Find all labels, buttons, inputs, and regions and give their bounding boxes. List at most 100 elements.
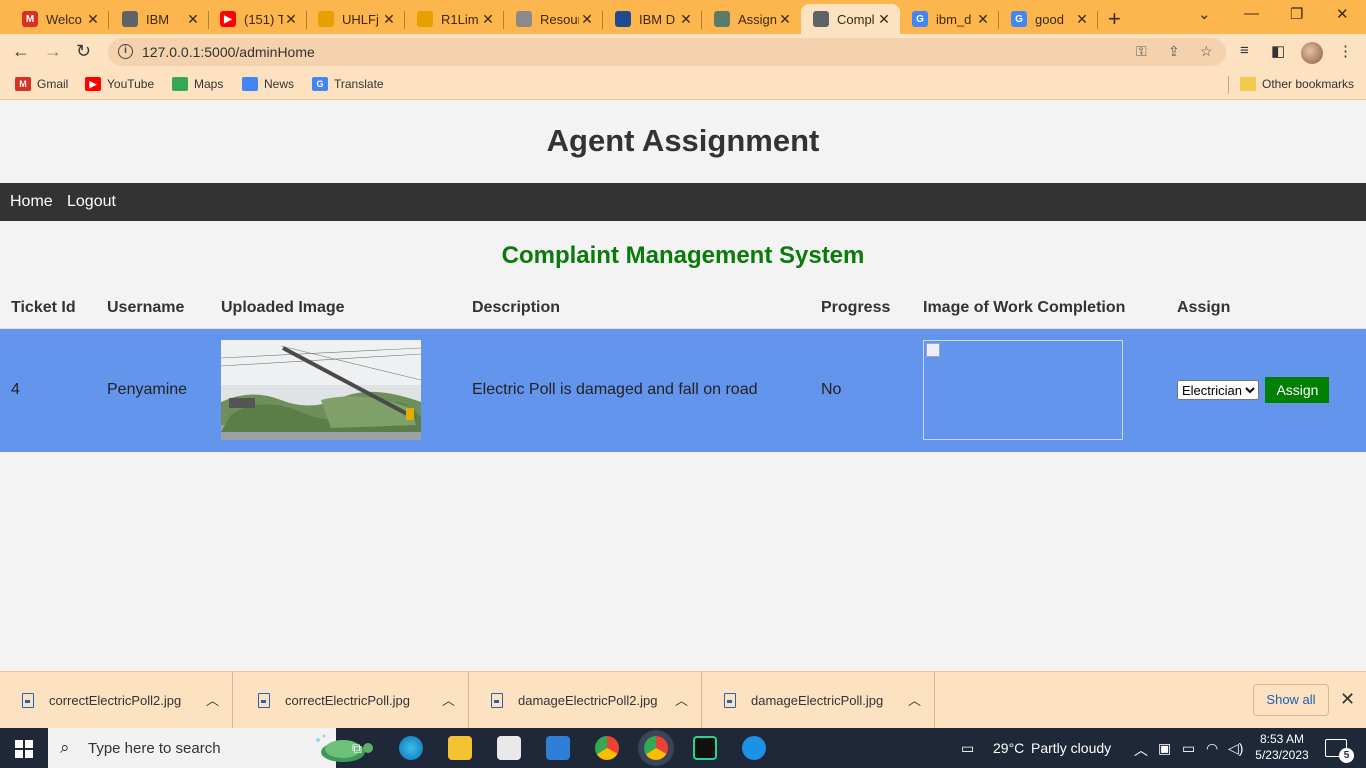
back-icon[interactable]: ←: [12, 41, 30, 62]
url-text[interactable]: 127.0.0.1:5000/adminHome: [142, 44, 315, 60]
meet-icon[interactable]: ▣: [1158, 740, 1171, 757]
tab-title: ibm_d: [936, 11, 972, 27]
browser-tab[interactable]: IBM D ✕: [603, 4, 702, 34]
cell-completion-image: [912, 328, 1166, 452]
profile-avatar[interactable]: [1301, 42, 1323, 64]
tab-title: good: [1035, 11, 1064, 27]
volume-icon[interactable]: ◁): [1228, 740, 1243, 757]
drive-icon: [417, 11, 433, 27]
bookmark-star-icon[interactable]: ☆: [1200, 43, 1213, 60]
bookmarks-divider: [1228, 76, 1229, 94]
assign-button[interactable]: Assign: [1265, 377, 1330, 404]
browser-tab[interactable]: Gibm_d ✕: [900, 4, 999, 34]
agent-type-select[interactable]: Electrician: [1177, 380, 1259, 401]
chevron-up-icon[interactable]: ︿: [442, 690, 455, 709]
close-window-button[interactable]: ✕: [1336, 5, 1349, 23]
browser-tab[interactable]: UHLFj ✕: [306, 4, 405, 34]
download-item[interactable]: correctElectricPoll2.jpg ︿: [0, 672, 233, 729]
cloud-icon: [516, 11, 532, 27]
share-icon[interactable]: ⇪: [1168, 43, 1180, 60]
taskbar-search-box[interactable]: ⌕ Type here to search: [48, 728, 373, 768]
new-tab-button[interactable]: +: [1108, 6, 1121, 32]
google-icon: G: [912, 11, 928, 27]
bookmark-item[interactable]: Maps: [172, 77, 223, 91]
restore-button[interactable]: ❐: [1290, 5, 1303, 23]
bookmark-item[interactable]: News: [242, 77, 294, 91]
address-bar[interactable]: i 127.0.0.1:5000/adminHome ⚿ ⇪ ☆: [108, 38, 1226, 66]
windows-start-icon[interactable]: [15, 740, 33, 758]
media-queue-icon[interactable]: ≡: [1240, 42, 1249, 59]
close-tab-icon[interactable]: ✕: [283, 11, 299, 28]
close-tab-icon[interactable]: ✕: [381, 11, 397, 28]
mail-icon[interactable]: [546, 736, 570, 760]
chrome-active-icon[interactable]: [644, 736, 668, 760]
task-view-icon[interactable]: ⧉: [352, 740, 362, 757]
system-clock[interactable]: 8:53 AM 5/23/2023: [1250, 731, 1314, 763]
nav-logout-link[interactable]: Logout: [67, 193, 116, 211]
bookmark-item[interactable]: M Gmail: [15, 77, 68, 91]
download-item[interactable]: damageElectricPoll2.jpg ︿: [469, 672, 702, 729]
close-tab-icon[interactable]: ✕: [579, 11, 595, 28]
maps-icon: [172, 77, 188, 91]
gmail-icon: M: [22, 11, 38, 27]
download-item[interactable]: correctElectricPoll.jpg ︿: [236, 672, 469, 729]
close-tab-icon[interactable]: ✕: [678, 11, 694, 28]
side-panel-icon[interactable]: ◧: [1271, 42, 1285, 60]
nav-home-link[interactable]: Home: [10, 193, 53, 211]
turtle-icon: [316, 734, 373, 762]
page-content: Agent Assignment Home Logout Complaint M…: [0, 101, 1366, 671]
browser-tab[interactable]: ▶ (151) T ✕: [208, 4, 307, 34]
close-tab-icon[interactable]: ✕: [876, 11, 892, 28]
tab-search-icon[interactable]: ⌄: [1198, 5, 1211, 23]
browser-tab[interactable]: R1Lim ✕: [405, 4, 504, 34]
menu-kebab-icon[interactable]: ⋮: [1338, 42, 1353, 60]
close-tab-icon[interactable]: ✕: [1074, 11, 1090, 28]
notifications-icon[interactable]: 5: [1325, 739, 1354, 763]
bookmark-label: Translate: [334, 77, 384, 91]
chevron-up-icon[interactable]: ︿: [675, 690, 688, 709]
weather-temp[interactable]: 29°C: [993, 740, 1024, 756]
close-tab-icon[interactable]: ✕: [975, 11, 991, 28]
site-info-icon[interactable]: i: [118, 44, 133, 59]
browser-tab[interactable]: Resour ✕: [504, 4, 603, 34]
other-bookmarks[interactable]: Other bookmarks: [1240, 77, 1354, 91]
pycharm-icon[interactable]: [693, 736, 717, 760]
download-filename: damageElectricPoll2.jpg: [518, 693, 658, 708]
weather-icon[interactable]: ▭: [961, 740, 974, 757]
key-icon[interactable]: ⚿: [1136, 43, 1147, 60]
download-item[interactable]: damageElectricPoll.jpg ︿: [702, 672, 935, 729]
chrome-icon[interactable]: [595, 736, 619, 760]
reload-icon[interactable]: ↻: [76, 41, 91, 62]
close-tab-icon[interactable]: ✕: [85, 11, 101, 28]
battery-icon[interactable]: ▭: [1182, 740, 1195, 757]
browser-tab[interactable]: Compl ✕: [801, 4, 900, 34]
close-tab-icon[interactable]: ✕: [777, 11, 793, 28]
ibm-icon: [615, 11, 631, 27]
wifi-icon[interactable]: ◠: [1206, 740, 1218, 757]
browser-tab[interactable]: Ggood ✕: [999, 4, 1098, 34]
file-explorer-icon[interactable]: [448, 736, 472, 760]
weather-text[interactable]: Partly cloudy: [1031, 740, 1111, 756]
browser-tab[interactable]: Assign ✕: [702, 4, 801, 34]
show-all-downloads-button[interactable]: Show all: [1253, 684, 1329, 716]
col-header-ticket-id: Ticket Id: [0, 288, 96, 328]
chevron-up-icon[interactable]: ︿: [908, 690, 921, 709]
store-icon[interactable]: [497, 736, 521, 760]
bookmark-item[interactable]: ▶ YouTube: [85, 77, 154, 91]
docker-icon[interactable]: [742, 736, 766, 760]
col-header-progress: Progress: [810, 288, 912, 328]
chevron-up-icon[interactable]: ︿: [206, 690, 219, 709]
minimize-button[interactable]: —: [1244, 5, 1259, 22]
tray-chevron-icon[interactable]: ︿: [1134, 740, 1148, 760]
bookmark-item[interactable]: G Translate: [312, 77, 384, 91]
close-tab-icon[interactable]: ✕: [480, 11, 496, 28]
cell-username: Penyamine: [96, 328, 210, 452]
cell-ticket-id: 4: [0, 328, 96, 452]
forward-icon[interactable]: →: [44, 41, 62, 62]
edge-icon[interactable]: [399, 736, 423, 760]
broken-image-placeholder: [923, 340, 1123, 441]
close-downloads-icon[interactable]: ✕: [1340, 689, 1355, 710]
browser-tab[interactable]: M Welco ✕: [10, 4, 109, 34]
close-tab-icon[interactable]: ✕: [185, 11, 201, 28]
browser-tab[interactable]: IBM ✕: [110, 4, 209, 34]
